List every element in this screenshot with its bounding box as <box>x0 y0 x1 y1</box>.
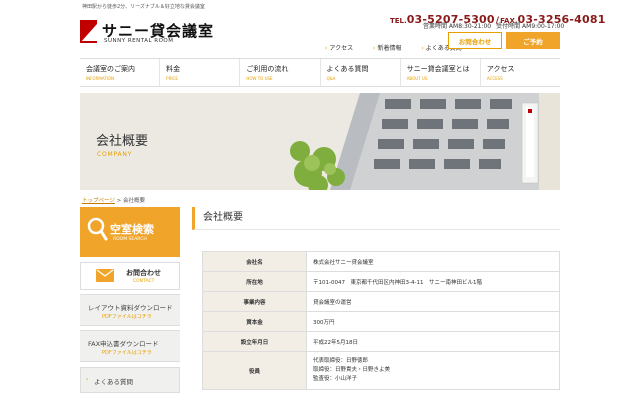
table-row: 所在地 〒101-0047 東京都千代田区内神田3-4-11 サニー南神田ビル1… <box>202 271 560 292</box>
reserve-button[interactable]: ご予約 <box>506 32 560 49</box>
faq-banner[interactable]: › よくある質問 <box>80 367 180 393</box>
row-label: 事業内容 <box>202 291 307 312</box>
nav-label: よくある質問 <box>326 65 369 73</box>
hero-banner: 会社概要 COMPANY <box>80 93 560 190</box>
table-row: 会社名 株式会社サニー貸会議室 <box>202 251 560 272</box>
building-photo <box>290 93 560 190</box>
contact-button-label: お問合わせ <box>458 37 492 46</box>
nav-item-access[interactable]: アクセス ACCESS <box>479 59 560 86</box>
layout-download-banner[interactable]: レイアウト資料ダウンロード PDFファイルはコチラ <box>80 294 180 326</box>
nav-item-information[interactable]: 会議室のご案内 INFORMATION <box>80 59 159 86</box>
row-value: 株式会社サニー貸会議室 <box>306 251 560 272</box>
row-value: 〒101-0047 東京都千代田区内神田3-4-11 サニー南神田ビル1階 <box>306 271 560 292</box>
hours-reception: 受付時間 AM9:00-17:00 <box>496 23 565 30</box>
breadcrumb: トップページ > 会社概要 <box>82 196 145 204</box>
officer-line: 取締役：日野貴夫・日野きよ美 <box>313 367 391 373</box>
hero-title: 会社概要 <box>96 134 149 149</box>
contact-banner[interactable]: お問合わせ CONTACT <box>80 262 180 290</box>
nav-label-en: ACCESS <box>486 76 503 81</box>
global-nav: 会議室のご案内 INFORMATION 料金 PRICE ご利用の流れ HOW … <box>80 58 560 87</box>
row-value: 300万円 <box>306 311 560 332</box>
contact-banner-title: お問合わせ <box>126 269 161 277</box>
main-content: 会社概要 会社名 株式会社サニー貸会議室 所在地 〒101-0047 東京都千代… <box>192 207 560 390</box>
layout-download-title: レイアウト資料ダウンロード <box>88 304 173 312</box>
nav-label: サニー貸会議室とは <box>406 65 470 73</box>
row-label: 役員 <box>202 351 307 390</box>
contact-banner-subtitle: CONTACT <box>133 279 155 284</box>
room-search-subtitle: ROOM SEARCH <box>113 237 147 242</box>
row-label: 所在地 <box>202 271 307 292</box>
fax-download-title: FAX申込書ダウンロード <box>88 340 159 348</box>
nav-label: アクセス <box>486 65 515 73</box>
nav-label-en: Q&A <box>326 76 336 81</box>
hours-business: 営業時間 AM8:30-21:00 <box>423 23 492 30</box>
sidebar: 空室検索 ROOM SEARCH お問合わせ CONTACT レイアウト資料ダウ… <box>80 207 180 393</box>
row-value: 貸会議室の運営 <box>306 291 560 312</box>
table-row: 事業内容 貸会議室の運営 <box>202 291 560 312</box>
fax-download-subtitle: PDFファイルはコチラ <box>102 350 152 356</box>
business-hours: 営業時間 AM8:30-21:00 受付時間 AM9:00-17:00 <box>423 21 564 30</box>
page-title: 会社概要 <box>192 207 560 230</box>
nav-label: 料金 <box>166 65 181 73</box>
arrow-right-icon: › <box>325 45 328 52</box>
nav-label: 会議室のご案内 <box>86 65 135 73</box>
logo-mark-icon <box>80 20 97 43</box>
table-row: 設立年月日 平成22年5月18日 <box>202 331 560 352</box>
nav-label: ご利用の流れ <box>246 65 289 73</box>
row-label: 資本金 <box>202 311 307 332</box>
tel-label: TEL. <box>390 17 407 25</box>
nav-item-howtouse[interactable]: ご利用の流れ HOW TO USE <box>239 59 319 86</box>
row-label: 会社名 <box>202 251 307 272</box>
breadcrumb-home[interactable]: トップページ <box>82 198 115 204</box>
arrow-right-icon: › <box>373 45 376 52</box>
breadcrumb-separator: > <box>116 198 122 204</box>
officer-line: 代表取締役：日野徳郎 <box>313 358 369 364</box>
arrow-right-icon: › <box>421 45 424 52</box>
logo-subtitle: SUNNY RENTAL ROOM <box>104 38 174 44</box>
company-info-table: 会社名 株式会社サニー貸会議室 所在地 〒101-0047 東京都千代田区内神田… <box>202 251 560 390</box>
magnifier-icon <box>87 217 108 241</box>
hero-subtitle: COMPANY <box>97 151 133 158</box>
reserve-button-label: ご予約 <box>523 37 543 46</box>
fax-form-download-banner[interactable]: FAX申込書ダウンロード PDFファイルはコチラ <box>80 330 180 362</box>
top-link-news[interactable]: › 新着情報 <box>373 45 410 52</box>
row-label: 設立年月日 <box>202 331 307 352</box>
tagline: 神田駅から徒歩2分、リーズナブル＆好立地な貸会議室 <box>82 4 205 10</box>
nav-item-qa[interactable]: よくある質問 Q&A <box>319 59 400 86</box>
nav-item-aboutus[interactable]: サニー貸会議室とは ABOUT US <box>399 59 480 86</box>
nav-label-en: ABOUT US <box>406 76 428 81</box>
row-value: 平成22年5月18日 <box>306 331 560 352</box>
arrow-right-icon: › <box>86 376 89 383</box>
officer-line: 監査役：小山洋子 <box>313 376 358 382</box>
envelope-icon <box>96 269 114 282</box>
site-logo[interactable]: サニー貸会議室 SUNNY RENTAL ROOM <box>80 18 220 48</box>
nav-label-en: INFORMATION <box>86 76 115 81</box>
row-value-officers: 代表取締役：日野徳郎 取締役：日野貴夫・日野きよ美 監査役：小山洋子 <box>306 351 560 390</box>
table-row: 資本金 300万円 <box>202 311 560 332</box>
nav-label-en: HOW TO USE <box>246 76 273 81</box>
room-search-title: 空室検索 <box>110 223 154 236</box>
faq-banner-title: よくある質問 <box>94 378 133 386</box>
layout-download-subtitle: PDFファイルはコチラ <box>102 314 152 320</box>
breadcrumb-current: 会社概要 <box>123 198 146 204</box>
contact-button[interactable]: お問合わせ <box>448 32 502 49</box>
top-link-access[interactable]: › アクセス <box>325 45 362 52</box>
nav-label-en: PRICE <box>166 76 178 81</box>
table-row: 役員 代表取締役：日野徳郎 取締役：日野貴夫・日野きよ美 監査役：小山洋子 <box>202 351 560 390</box>
nav-item-price[interactable]: 料金 PRICE <box>159 59 239 86</box>
room-search-banner[interactable]: 空室検索 ROOM SEARCH <box>80 207 180 257</box>
